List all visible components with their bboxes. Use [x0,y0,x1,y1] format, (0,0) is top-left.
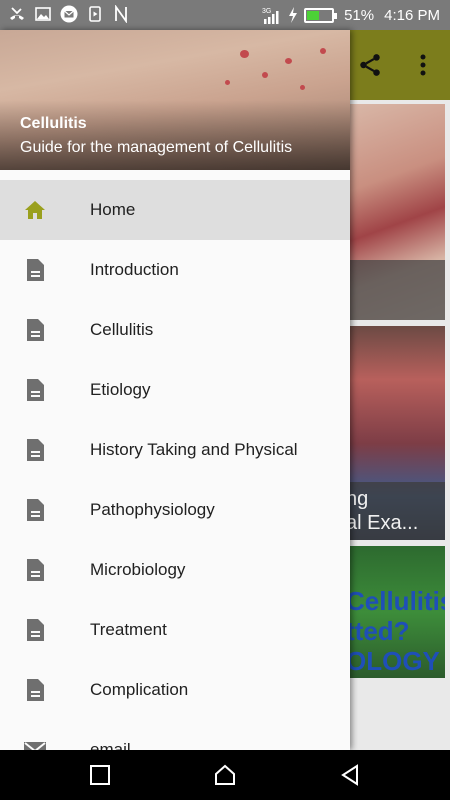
drawer-subtitle: Guide for the management of Cellulitis [20,139,293,156]
article-card-1[interactable] [346,104,445,320]
battery-percent: 51% [344,6,375,24]
card-caption [346,260,445,320]
home-button[interactable] [214,764,236,786]
header-image-spot [285,58,292,64]
menu-item-label: Microbiology [90,560,186,579]
image-icon [35,7,51,21]
article-card-3[interactable]: Cellulitis tted? OLOGY [346,546,445,678]
drawer-header: Cellulitis Guide for the management of C… [0,30,350,170]
menu-item-introduction[interactable]: Introduction [0,240,350,300]
video-icon [89,6,101,22]
card-caption: ng al Exa... [346,482,445,540]
menu-item-history-taking[interactable]: History Taking and Physical [0,420,350,480]
missed-call-icon [10,7,24,20]
battery-icon [304,7,338,23]
menu-item-treatment[interactable]: Treatment [0,600,350,660]
header-image-spot [225,80,230,85]
clock: 4:16 PM [384,6,440,24]
menu-item-label: Introduction [90,260,179,279]
document-icon [27,379,44,401]
document-icon [27,259,44,281]
menu-item-complication[interactable]: Complication [0,660,350,720]
system-navigation-bar [0,750,450,800]
card-image-text: Cellulitis tted? OLOGY [346,586,445,676]
header-image-spot [240,50,249,58]
n-icon [115,5,127,23]
back-button[interactable] [339,764,361,786]
battery-fill [307,10,320,20]
menu-item-label: Treatment [90,620,167,639]
header-shade [0,100,350,170]
document-icon [27,619,44,641]
menu-item-label: Pathophysiology [90,500,215,519]
recents-button[interactable] [89,764,111,786]
screen: ng al Exa... Cellulitis tted? OLOGY 3G 5… [0,0,450,800]
menu-item-label: Home [90,200,136,219]
document-icon [27,499,44,521]
mail-icon [24,742,46,750]
menu-item-label: email [90,740,131,750]
share-icon[interactable] [357,52,383,78]
menu-item-cellulitis[interactable]: Cellulitis [0,300,350,360]
menu-item-home[interactable]: Home [0,180,350,240]
header-image-spot [300,85,305,90]
drawer-menu: Home Introduction Cellulitis Etiology Hi… [0,180,350,750]
navigation-drawer: Cellulitis Guide for the management of C… [0,30,350,750]
more-vert-icon[interactable] [412,52,434,78]
menu-item-pathophysiology[interactable]: Pathophysiology [0,480,350,540]
article-card-2[interactable]: ng al Exa... [346,326,445,540]
menu-item-email[interactable]: email [0,720,350,750]
network-type-label: 3G [262,8,271,15]
document-icon [27,439,44,461]
notification-icons [8,5,130,23]
signal-icon: 3G [262,8,279,24]
menu-item-label: Etiology [90,380,151,399]
drawer-title: Cellulitis [20,115,87,132]
header-image-spot [262,72,268,78]
mail-icon [60,5,78,23]
header-image-spot [320,48,326,54]
document-icon [27,559,44,581]
charging-icon [289,7,298,23]
menu-item-label: History Taking and Physical [90,440,298,459]
home-icon [25,201,45,219]
menu-item-label: Cellulitis [90,320,154,339]
document-icon [27,319,44,341]
menu-item-label: Complication [90,680,189,699]
menu-item-microbiology[interactable]: Microbiology [0,540,350,600]
menu-item-etiology[interactable]: Etiology [0,360,350,420]
document-icon [27,679,44,701]
status-right: 3G 51% 4:16 PM [262,6,440,24]
status-bar: 3G 51% 4:16 PM [0,0,450,30]
